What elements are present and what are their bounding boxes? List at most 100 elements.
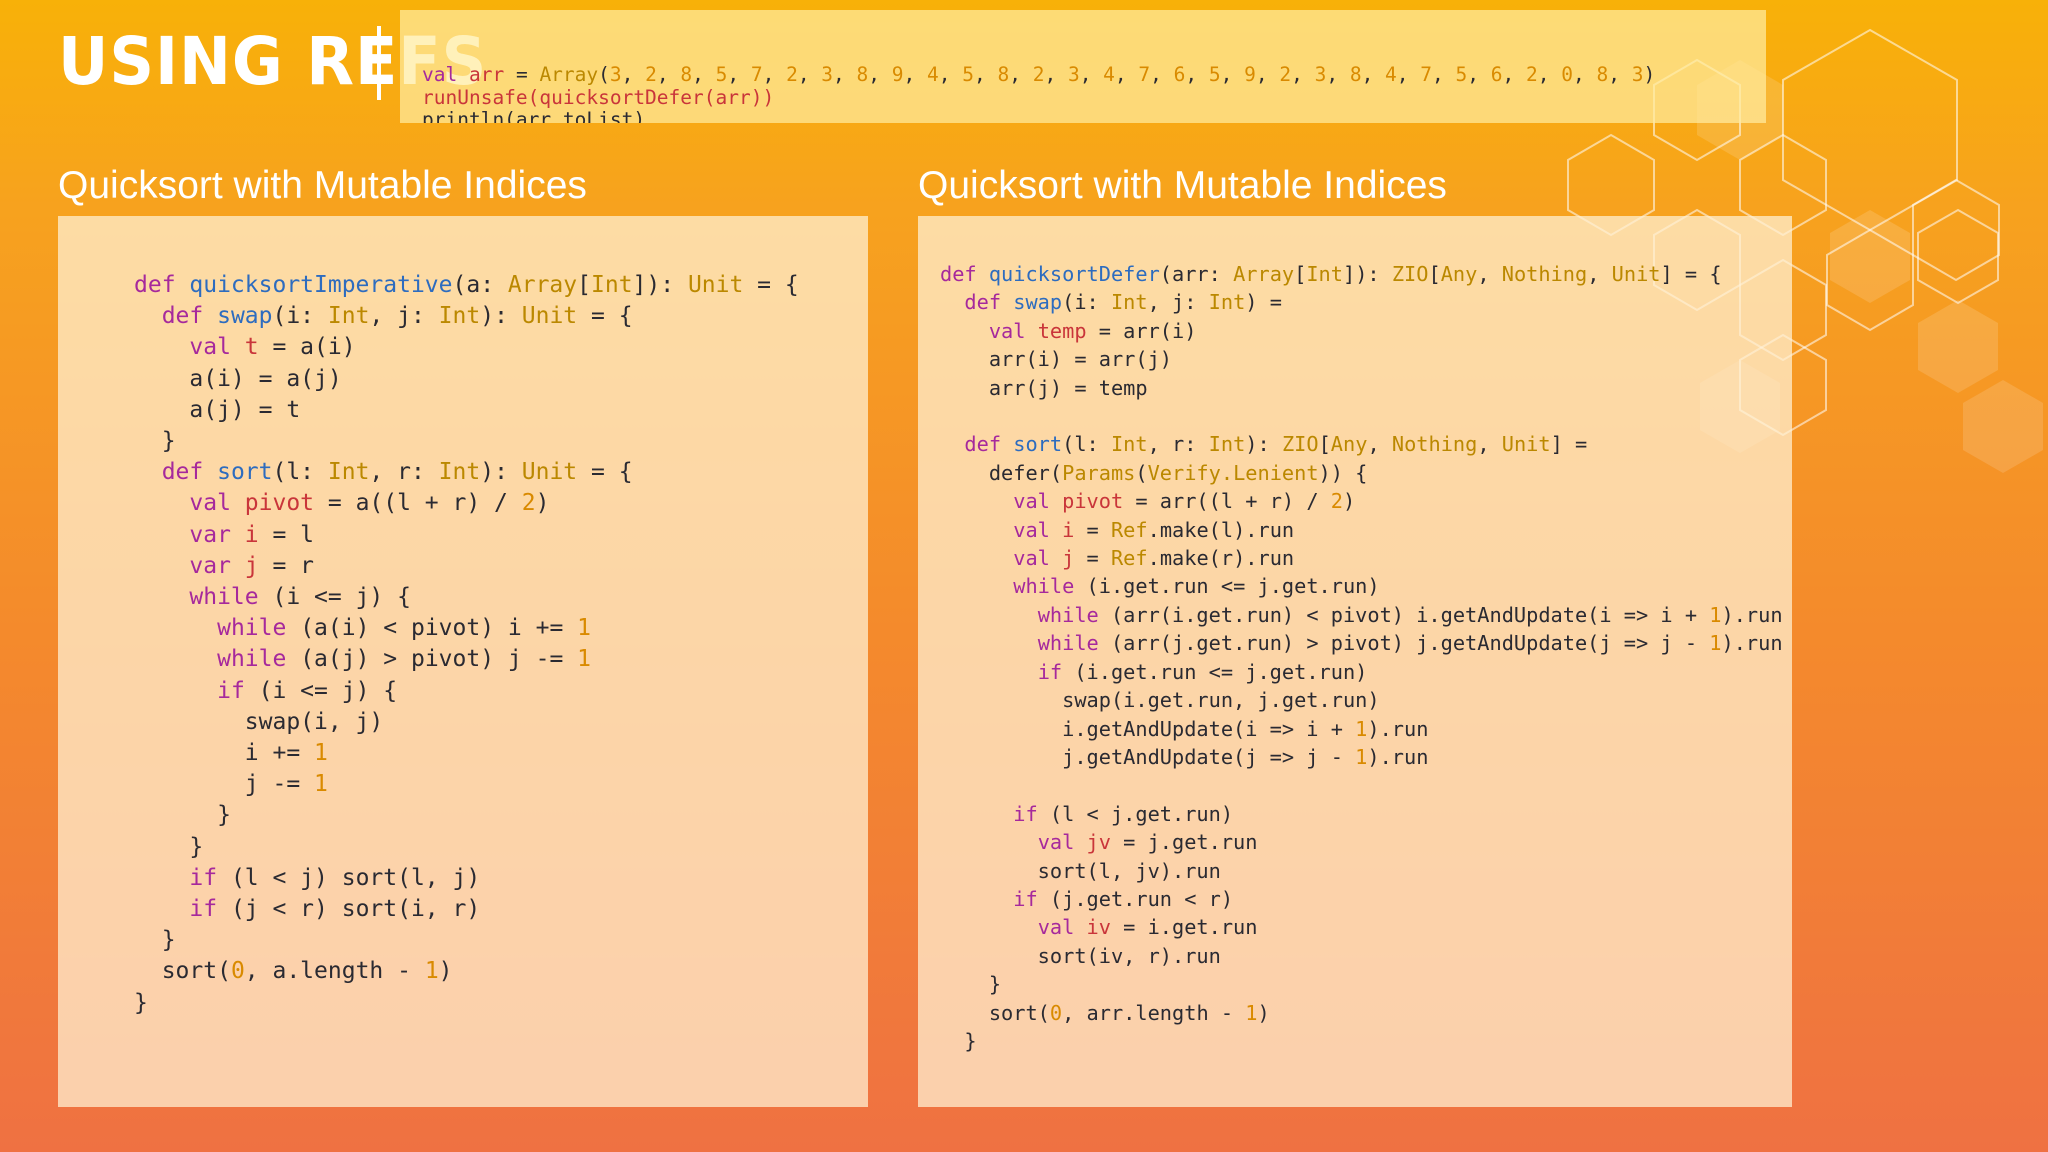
code-token: while: [1037, 631, 1099, 656]
code-token: 6: [1490, 63, 1503, 86]
right-code-panel: def quicksortDefer(arr: Array[Int]): ZIO…: [918, 216, 1792, 1107]
code-token: Any: [1330, 432, 1368, 457]
code-token: 5: [962, 63, 974, 86]
code-line: }: [134, 925, 799, 956]
code-token: 7: [1420, 63, 1433, 86]
code-token: 7: [750, 63, 763, 86]
code-line: def sort(l: Int, r: Int): ZIO[Any, Nothi…: [940, 430, 1783, 458]
code-token: 5: [1455, 63, 1468, 86]
code-line: if (j.get.run < r): [940, 885, 1783, 913]
code-token: 1: [314, 740, 328, 767]
code-token: 0: [1049, 1000, 1063, 1025]
code-line: }: [134, 426, 799, 457]
code-token: def: [161, 303, 218, 330]
code-token: 1: [577, 615, 591, 642]
code-token: 7: [1138, 63, 1151, 86]
code-token: = i.get.run: [1110, 915, 1258, 940]
code-token: ,: [656, 63, 681, 86]
code-token: (: [598, 63, 610, 86]
code-token: ).run: [1721, 631, 1783, 656]
code-token: a(j) = t: [134, 396, 301, 423]
code-token: ZIO: [1281, 432, 1319, 457]
code-token: arr(j) = temp: [940, 375, 1148, 400]
code-token: 4: [1103, 63, 1115, 86]
code-token: sort(l, jv).run: [940, 858, 1221, 883]
code-token: ,: [1587, 262, 1612, 286]
code-token: ,: [1044, 63, 1068, 86]
code-line: val jv = j.get.run: [940, 828, 1783, 856]
code-token: def: [964, 290, 1014, 315]
code-token: jv: [1086, 830, 1111, 855]
code-line: while (i <= j) {: [134, 582, 799, 613]
code-token: .make(l).run: [1147, 517, 1295, 542]
code-token: Array: [1233, 262, 1295, 286]
code-line: i += 1: [134, 738, 799, 769]
code-token: Nothing: [1501, 262, 1588, 286]
code-token: ,: [1220, 63, 1245, 86]
code-token: = r: [258, 552, 315, 579]
code-line: var i = l: [134, 520, 799, 551]
code-token: 8: [680, 63, 693, 86]
code-token: ,: [1477, 262, 1502, 286]
code-line: val pivot = a((l + r) / 2): [134, 488, 799, 519]
code-token: swap: [1013, 290, 1063, 315]
code-token: ,: [938, 63, 963, 86]
code-token: (a:: [452, 272, 508, 298]
code-line: def sort(l: Int, r: Int): Unit = {: [134, 457, 799, 488]
code-token: val: [988, 318, 1038, 343]
code-line: a(i) = a(j): [134, 364, 799, 395]
code-line: val arr = Array(3, 2, 8, 5, 7, 2, 3, 8, …: [422, 63, 1744, 87]
code-token: 2: [1525, 63, 1538, 86]
code-token: }: [134, 802, 231, 829]
code-line: swap(i, j): [134, 707, 799, 738]
code-line: }: [940, 970, 1783, 998]
code-token: 5: [715, 63, 728, 86]
code-token: j: [244, 552, 259, 579]
code-token: (i.get.run <= j.get.run): [1074, 574, 1380, 599]
code-token: (arr(j.get.run) > pivot) j.getAndUpdate(…: [1098, 631, 1710, 656]
code-token: }: [134, 927, 176, 954]
code-token: 1: [1355, 716, 1368, 741]
code-token: pivot: [244, 490, 315, 517]
code-token: 4: [927, 63, 939, 86]
code-token: 3: [1631, 63, 1644, 86]
code-token: 1: [424, 958, 439, 985]
title-divider: [377, 26, 381, 100]
code-token: Array: [539, 63, 599, 86]
code-token: println(arr.toList): [422, 108, 646, 123]
code-line: sort(0, arr.length - 1): [940, 999, 1783, 1027]
code-token: =: [504, 63, 540, 86]
code-token: ,: [1367, 432, 1392, 457]
code-token: ,: [727, 63, 751, 86]
code-line: val iv = i.get.run: [940, 913, 1783, 941]
code-token: j.getAndUpdate(j => j -: [940, 744, 1356, 769]
code-line: def swap(i: Int, j: Int) =: [940, 288, 1783, 316]
code-line: while (arr(j.get.run) > pivot) j.getAndU…: [940, 629, 1783, 657]
quicksort-imperative-code: def quicksortImperative(a: Array[Int]): …: [134, 270, 799, 1019]
code-token: =: [1074, 546, 1111, 571]
code-token: val: [1013, 489, 1063, 514]
code-token: )) {: [1318, 460, 1368, 485]
code-token: ,: [1608, 63, 1632, 86]
code-token: 1: [577, 646, 591, 673]
code-token: = arr((l + r) /: [1123, 489, 1331, 514]
code-token: sort(iv, r).run: [940, 943, 1221, 968]
code-token: ,: [1396, 63, 1421, 86]
code-token: swap(i.get.run, j.get.run): [940, 688, 1380, 713]
code-token: i.getAndUpdate(i => i +: [940, 716, 1356, 741]
code-token: .make(r).run: [1147, 546, 1295, 571]
code-token: ,: [1291, 63, 1315, 86]
code-token: (j.get.run < r): [1037, 886, 1234, 911]
usage-code-snippet: val arr = Array(3, 2, 8, 5, 7, 2, 3, 8, …: [400, 10, 1766, 123]
code-token: [: [1294, 262, 1307, 286]
code-token: var: [189, 552, 245, 579]
code-token: Int: [327, 303, 370, 330]
